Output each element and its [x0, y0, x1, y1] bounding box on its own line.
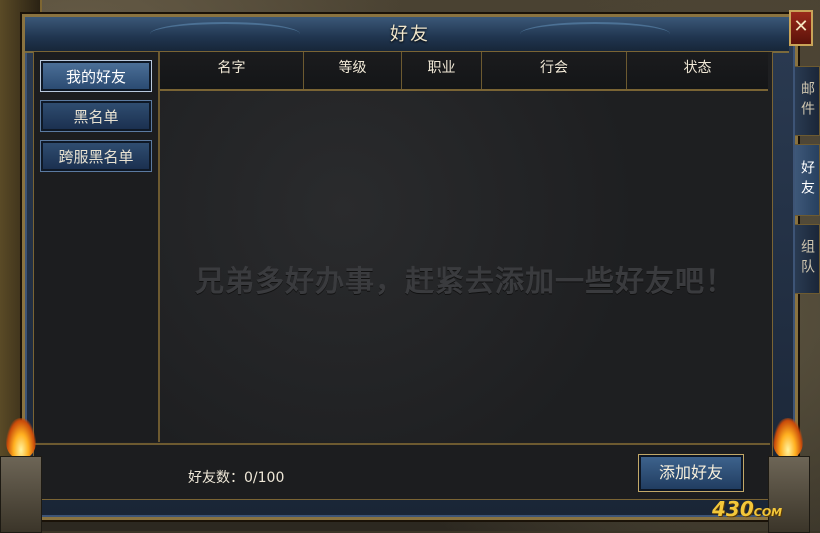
- nav-my-friends-button[interactable]: 我的好友: [40, 60, 152, 92]
- column-header-status[interactable]: 状态: [627, 52, 768, 89]
- friends-list-area: [160, 52, 770, 442]
- friends-table-header: 名字 等级 职业 行会 状态: [160, 52, 768, 91]
- friend-count-label: 好友数：0/100: [188, 470, 285, 486]
- column-header-level[interactable]: 等级: [304, 52, 402, 89]
- watermark-suffix: COM: [753, 506, 783, 519]
- side-tab-friends[interactable]: 好友: [795, 144, 820, 216]
- column-header-guild[interactable]: 行会: [482, 52, 627, 89]
- nav-blacklist-button[interactable]: 黑名单: [40, 100, 152, 132]
- column-header-name[interactable]: 名字: [160, 52, 304, 89]
- empty-list-message: 兄弟多好办事，赶紧去添加一些好友吧！: [194, 264, 735, 298]
- add-friend-button[interactable]: 添加好友: [638, 454, 744, 492]
- watermark-main: 430: [712, 497, 754, 521]
- stone-pillar-left: [0, 456, 42, 533]
- window-title: 好友: [390, 24, 430, 45]
- side-tab-mail[interactable]: 邮件: [795, 66, 820, 136]
- close-button[interactable]: ✕: [789, 10, 813, 46]
- stone-pillar-right: [768, 456, 810, 533]
- torch-flame-left-icon: [6, 418, 36, 458]
- nav-cross-server-blacklist-button[interactable]: 跨服黑名单: [40, 140, 152, 172]
- column-header-class[interactable]: 职业: [402, 52, 482, 89]
- site-watermark-logo: 430COM: [712, 497, 782, 521]
- torch-flame-right-icon: [773, 418, 803, 458]
- side-tab-team[interactable]: 组队: [795, 224, 820, 294]
